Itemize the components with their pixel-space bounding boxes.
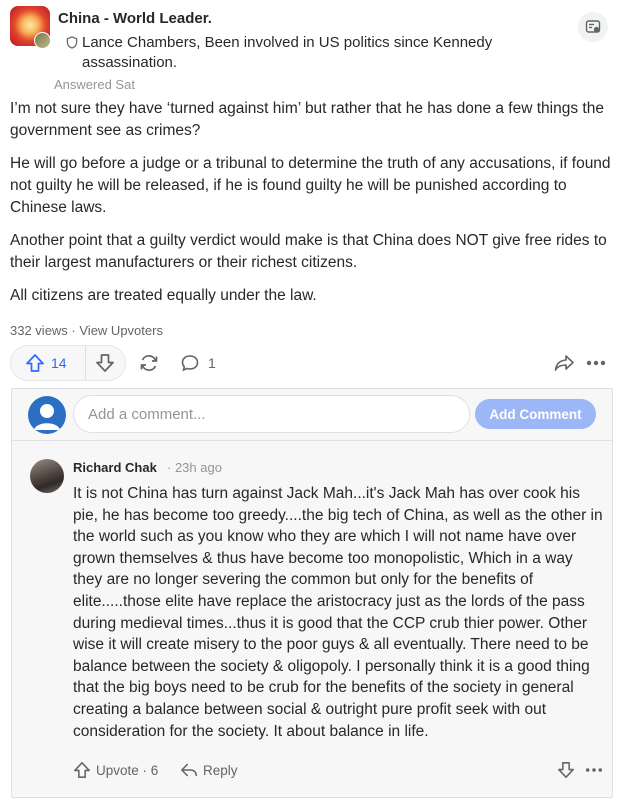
- stats-separator: ·: [67, 323, 80, 338]
- answer-paragraph: Another point that a guilty verdict woul…: [10, 232, 607, 271]
- downvote-button[interactable]: [86, 346, 125, 380]
- author-avatar[interactable]: [34, 32, 51, 49]
- add-comment-button[interactable]: Add Comment: [475, 399, 596, 429]
- answered-date: Answered Sat: [54, 77, 135, 92]
- comment-timestamp: · 23h ago: [167, 460, 222, 475]
- comment-button[interactable]: 1: [180, 345, 216, 381]
- commenter-name[interactable]: Richard Chak: [73, 460, 157, 475]
- comment-composer: Add Comment: [12, 389, 612, 441]
- reply-arrow-icon: [181, 763, 197, 777]
- downvote-arrow-icon: [96, 354, 115, 372]
- more-options-button[interactable]: [582, 349, 610, 377]
- comment-upvote-label: Upvote · 6: [96, 762, 159, 778]
- answer-body: I’m not sure they have ‘turned against h…: [10, 98, 614, 318]
- answer-paragraph: I’m not sure they have ‘turned against h…: [10, 100, 604, 139]
- comment-bubble-icon: [181, 355, 199, 372]
- vote-pill: 14: [10, 345, 126, 381]
- comment-upvote-button[interactable]: Upvote · 6: [73, 761, 158, 779]
- author-credential[interactable]: Lance Chambers, Been involved in US poli…: [82, 33, 542, 73]
- comment-count: 1: [208, 355, 216, 371]
- comment-input[interactable]: [73, 395, 470, 433]
- upvote-button[interactable]: 14: [11, 346, 86, 380]
- shield-icon: [66, 36, 78, 49]
- upvote-count: 14: [51, 355, 67, 371]
- comment-reply-label: Reply: [203, 762, 238, 778]
- share-arrow-icon: [554, 355, 574, 371]
- answer-header: China - World Leader. Lance Chambers, Be…: [10, 6, 614, 96]
- answer-stats: 332 views · View Upvoters: [10, 323, 163, 338]
- ellipsis-icon: [585, 768, 603, 772]
- view-count: 332 views: [10, 323, 68, 338]
- answer-paragraph: He will go before a judge or a tribunal …: [10, 155, 611, 216]
- comment-more-button[interactable]: [585, 761, 603, 784]
- ellipsis-icon: [586, 360, 606, 366]
- upvote-arrow-icon: [26, 354, 44, 372]
- comment-actions: Upvote · 6 Reply: [73, 761, 603, 787]
- follow-space-icon: [585, 20, 601, 33]
- reshare-icon: [140, 354, 158, 372]
- comments-section: Add Comment Richard Chak · 23h ago It is…: [11, 388, 613, 798]
- commenter-avatar[interactable]: [30, 459, 64, 493]
- comment-body: It is not China has turn against Jack Ma…: [73, 485, 603, 740]
- downvote-arrow-icon: [558, 762, 574, 778]
- share-button[interactable]: [550, 349, 578, 377]
- default-user-icon: [34, 404, 60, 430]
- upvote-arrow-icon: [74, 762, 90, 778]
- follow-space-button[interactable]: [578, 12, 608, 42]
- comment-reply-button[interactable]: Reply: [180, 761, 238, 779]
- user-avatar: [28, 396, 66, 434]
- reshare-button[interactable]: [138, 345, 160, 381]
- answer-paragraph: All citizens are treated equally under t…: [10, 287, 317, 304]
- action-bar: 14 1: [10, 345, 614, 381]
- space-title[interactable]: China - World Leader.: [58, 10, 212, 27]
- comment-downvote-button[interactable]: [557, 761, 575, 784]
- view-upvoters-link[interactable]: View Upvoters: [79, 323, 163, 338]
